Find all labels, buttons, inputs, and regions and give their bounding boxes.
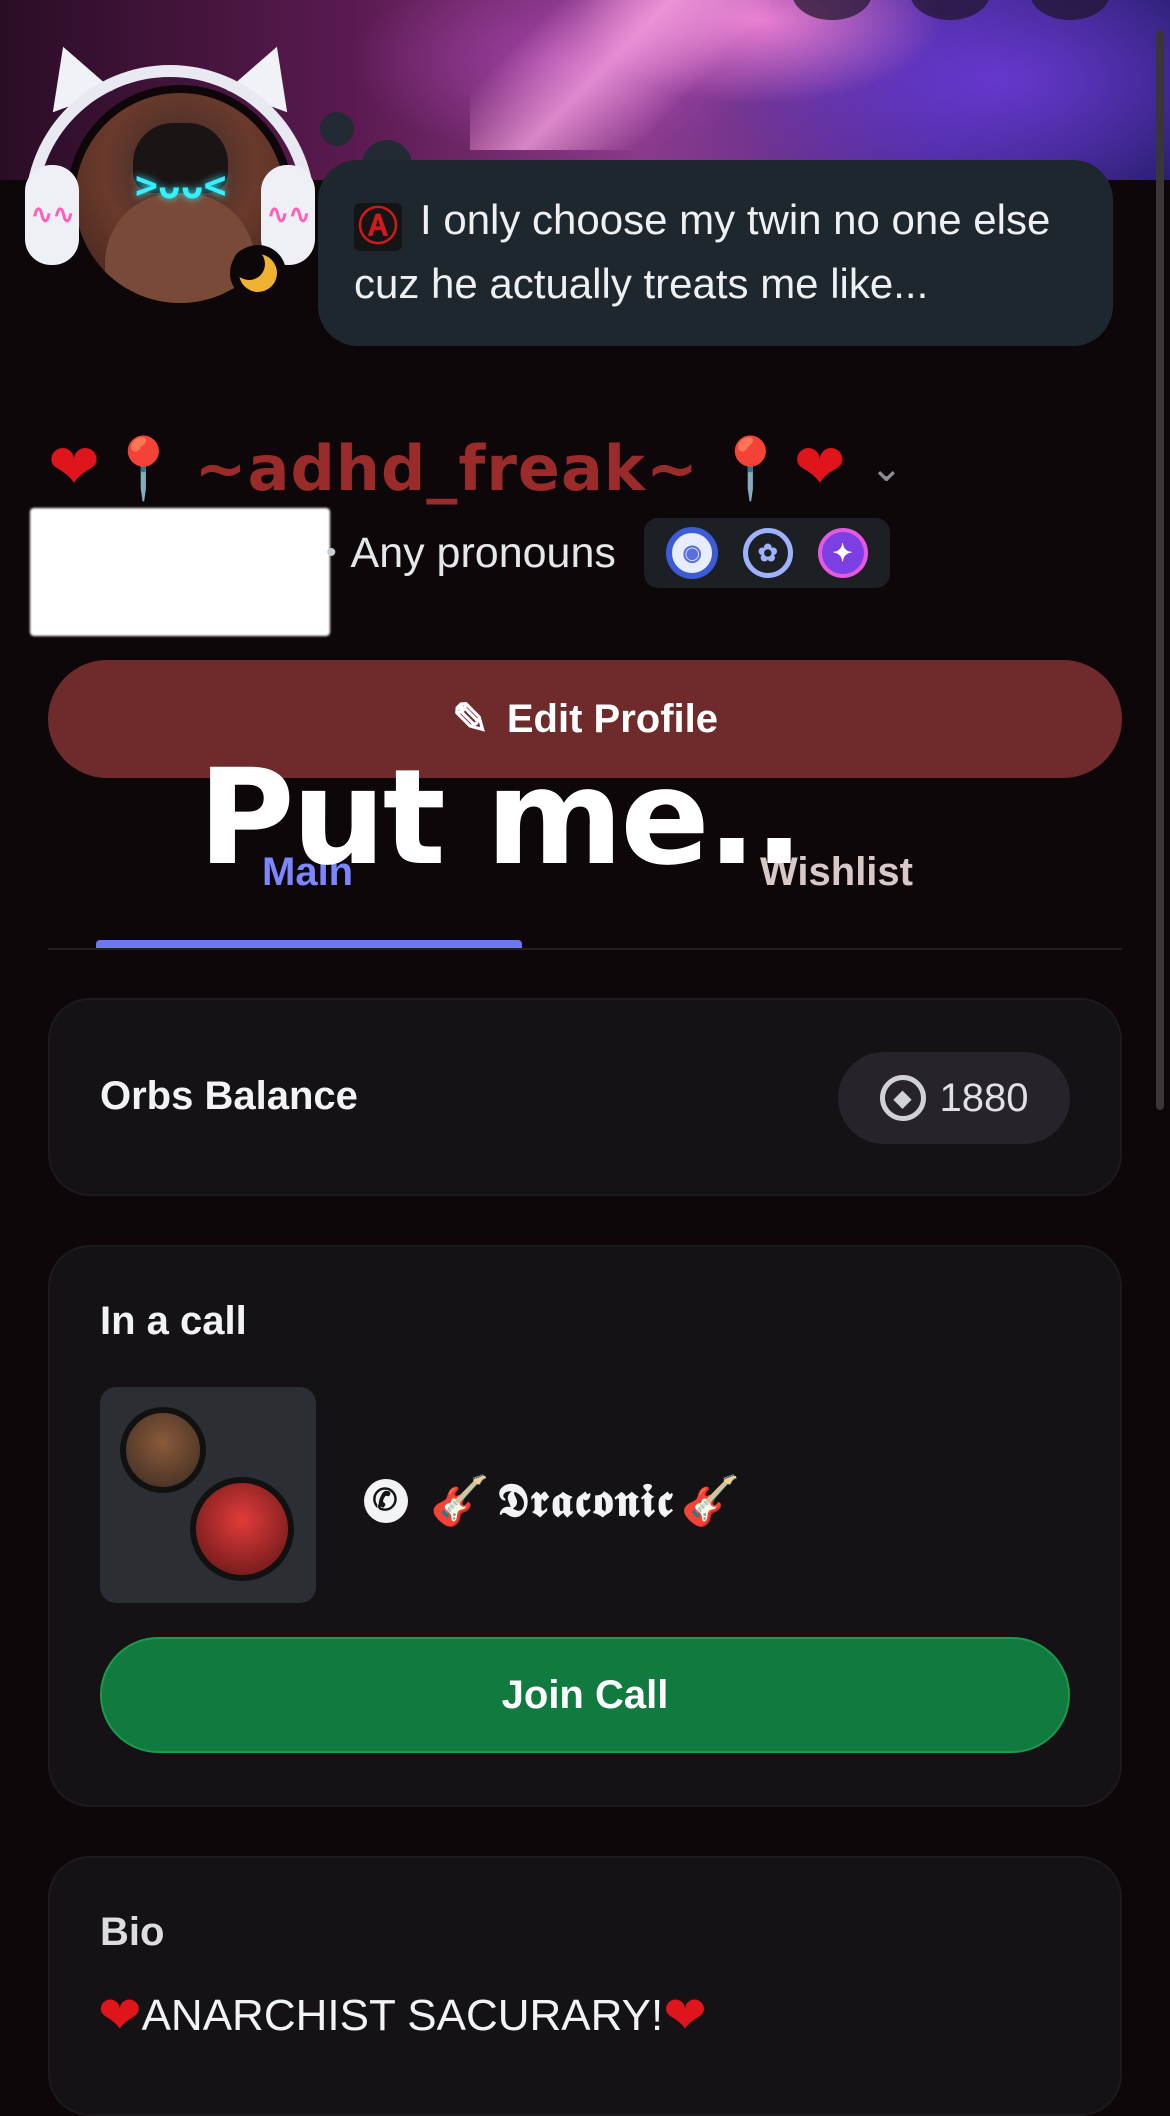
orb-icon: ◆ [879,1075,926,1121]
in-call-card: In a call ✆ 🎸 𝕯𝖗𝖆𝖈𝖔𝖓𝖎𝖈 🎸 Join Call [48,1245,1122,1807]
overlay-caption-text: Put me.. [198,741,804,895]
call-participants-thumbnail[interactable] [100,1387,316,1603]
participant-avatar [190,1477,294,1581]
pronouns-text: Any pronouns [350,528,616,577]
heart-emoji-icon: ❤ [98,1987,142,2045]
redacted-username [30,508,330,636]
anarchy-icon: Ⓐ [354,203,402,251]
participant-avatar [120,1407,206,1493]
display-name: ~adhd_freak~ [194,431,699,505]
orbs-balance-label: Orbs Balance [100,1074,358,1118]
guitar-emoji-icon: 🎸 [680,1473,743,1529]
banner-action-button[interactable] [792,0,872,20]
in-call-label: In a call [100,1299,247,1343]
heart-emoji-icon: ❤ [48,433,100,502]
orbs-balance-pill[interactable]: ◆ 1880 [838,1052,1070,1144]
bio-text: ANARCHIST SACURARY! [141,1991,664,2040]
nitro-badge-icon[interactable]: ◉ [666,527,719,579]
pin-emoji-icon: 📍 [712,434,788,502]
tab-divider [48,948,1122,950]
chevron-down-icon[interactable]: ⌄ [870,445,904,491]
custom-status-text: I only choose my twin no one else cuz he… [354,196,1051,307]
join-call-button[interactable]: Join Call [100,1637,1070,1753]
heart-emoji-icon: ❤ [793,433,846,502]
bio-label: Bio [100,1910,165,1954]
call-channel-label: 𝕯𝖗𝖆𝖈𝖔𝖓𝖎𝖈 [497,1472,675,1527]
headphone-ear-left: ∿∿ [25,165,79,265]
idle-moon-icon [233,248,277,292]
guitar-emoji-icon: 🎸 [430,1473,492,1529]
phone-icon: ✆ [364,1478,408,1523]
call-channel-name[interactable]: ✆ 🎸 𝕯𝖗𝖆𝖈𝖔𝖓𝖎𝖈 🎸 [364,1472,748,1529]
display-name-row[interactable]: ❤ 📍 ~adhd_freak~ 📍 ❤ ⌄ [48,428,903,508]
banner-highlight [470,0,770,150]
active-tab-indicator [96,940,522,948]
custom-status-bubble[interactable]: Ⓐ I only choose my twin no one else cuz h… [318,160,1113,346]
thought-bubble-dot [320,112,354,146]
laurel-badge-icon[interactable]: ✿ [742,528,793,578]
orbs-balance-card[interactable]: Orbs Balance ◆ 1880 [48,998,1122,1196]
scrollbar[interactable] [1156,30,1164,1110]
bio-card: Bio ❤ ANARCHIST SACURARY! ❤ [48,1856,1122,2116]
pencil-icon: ✎ [451,694,489,744]
heart-emoji-icon: ❤ [663,1987,707,2045]
banner-action-button[interactable] [910,0,990,20]
bio-text-row: ❤ ANARCHIST SACURARY! ❤ [98,1986,707,2046]
orbs-balance-value: 1880 [939,1075,1029,1120]
badge-strip[interactable]: ◉ ✿ ✦ [643,518,890,588]
edit-profile-label: Edit Profile [506,696,718,741]
banner-action-button[interactable] [1030,0,1110,20]
avatar-with-decoration[interactable]: >ᴗᴗ< ∿∿ ∿∿ [25,35,315,311]
quest-badge-icon[interactable]: ✦ [817,528,868,578]
idle-status-indicator [230,245,286,301]
separator-dot: • [326,536,337,569]
pronouns-row: • Any pronouns ◉ ✿ ✦ [326,518,890,588]
pin-emoji-icon: 📍 [105,434,181,502]
